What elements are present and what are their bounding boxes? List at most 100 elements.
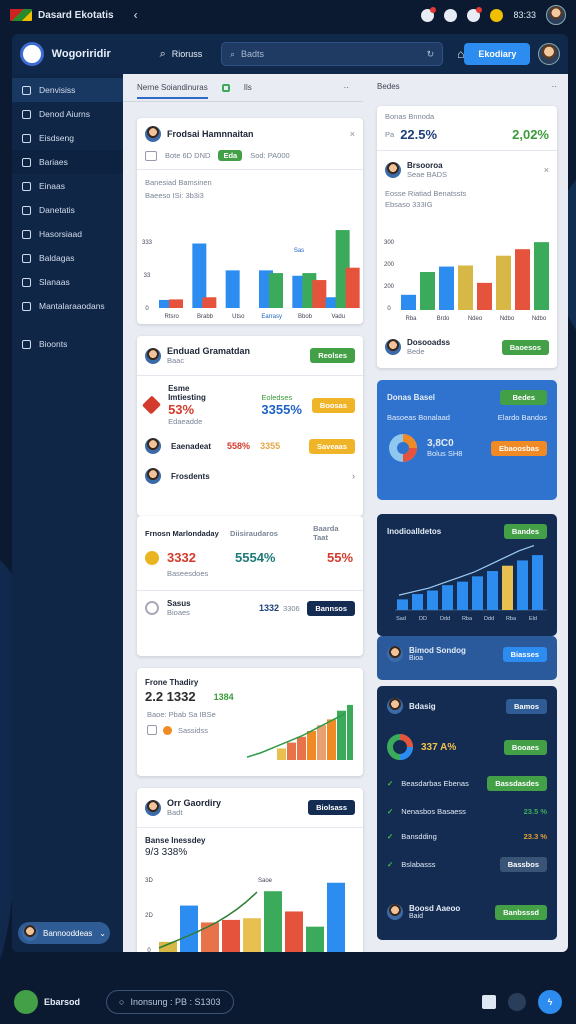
status-list-card: Bdasig Bamos 337 A% Booaes ✓ Beasdarbas E… xyxy=(377,686,557,940)
x-tick-label: Rba xyxy=(462,616,473,622)
search-bar[interactable]: ⌕ Badts ↻ xyxy=(220,42,444,66)
r1-chip[interactable]: Boosas xyxy=(311,397,355,413)
menu-icon[interactable]: ⌕ xyxy=(160,48,166,61)
y-tick-label: 0 xyxy=(145,306,149,312)
rc2-row1: Basoeas Bonalaad xyxy=(387,413,450,422)
close-icon[interactable]: × xyxy=(350,129,355,139)
rc5-button[interactable]: Bamos xyxy=(505,698,547,714)
r2-chip[interactable]: Saveaas xyxy=(308,438,355,454)
home-icon xyxy=(22,339,31,349)
home-icon[interactable]: ⌂ xyxy=(457,47,464,61)
sidebar-profile[interactable]: Bannooddeas ⌄ xyxy=(18,922,110,944)
clock-text: 83:33 xyxy=(513,10,536,20)
bar xyxy=(297,736,306,760)
status-row[interactable]: ✓ Beasdarbas Ebenas Bassdasdes xyxy=(377,768,557,799)
bar xyxy=(306,926,324,952)
top-bar: Dasard Ekotatis ‹ 83:33 xyxy=(0,0,576,30)
user-strip: Bimod Sondog Bioa Biasses xyxy=(377,636,557,680)
tab-overview[interactable]: Nerne Soiandinuras xyxy=(137,83,208,99)
lightning-button[interactable]: ϟ xyxy=(538,990,562,1014)
rc1-close-icon[interactable]: × xyxy=(544,165,549,175)
sidebar-item-7[interactable]: Baldagas xyxy=(12,246,123,270)
sidebar-item-3[interactable]: Bariaes xyxy=(12,150,123,174)
card4-bar-chart xyxy=(246,704,353,760)
notification-icon[interactable] xyxy=(421,6,437,22)
chevron-right-icon[interactable]: › xyxy=(352,471,355,481)
footer-search[interactable]: ○ Inonsung : PB : S1303 xyxy=(106,990,234,1014)
x-tick-label: Ndeo xyxy=(468,316,483,322)
header-avatar[interactable] xyxy=(538,43,561,65)
c3-h3: Baarda Taat xyxy=(313,524,339,542)
status-row[interactable]: ✓ Bslabasss Bassbos xyxy=(377,849,557,880)
help-icon[interactable] xyxy=(444,8,458,22)
bar xyxy=(532,555,543,610)
sidebar-item-2[interactable]: Eisdseng xyxy=(12,126,123,150)
more-dots-icon[interactable]: ·· xyxy=(344,83,349,92)
settings-icon[interactable] xyxy=(508,993,526,1011)
blue-summary-card: Donas Basel Bedes Basoeas Bonalaad Elard… xyxy=(377,380,557,500)
sidebar-item-10[interactable]: Bioonts xyxy=(12,332,123,356)
user-avatar[interactable] xyxy=(546,5,566,25)
r2-value2: 3355 xyxy=(260,441,281,451)
c3-row-label: Sasus xyxy=(167,599,191,608)
status-row[interactable]: ✓ Nenasbos Basaess 23.5 % xyxy=(377,799,557,824)
rc5-foot-avatar xyxy=(387,904,403,920)
rc2-button[interactable]: Bedes xyxy=(500,390,547,405)
footer-app-icon[interactable] xyxy=(14,990,38,1014)
coin-icon[interactable] xyxy=(490,8,504,22)
message-icon[interactable] xyxy=(467,6,483,22)
rc5-foot-button[interactable]: Banbsssd xyxy=(495,904,547,920)
app-logo xyxy=(20,42,44,66)
sidebar-item-0[interactable]: Denvisiss xyxy=(12,78,123,102)
r1-label: Esme Imtiesting xyxy=(168,384,206,402)
rc4-button[interactable]: Biasses xyxy=(502,646,547,662)
analytics-card: Frodsai Hamnnaitan × Bote 6D DND Eda Sod… xyxy=(137,118,363,324)
inbox-icon xyxy=(22,229,31,239)
menu-label[interactable]: Rioruss xyxy=(172,49,215,59)
bar xyxy=(401,294,416,310)
refresh-icon[interactable]: ↻ xyxy=(427,49,435,60)
flag-icon xyxy=(10,9,32,21)
c5-button[interactable]: Biolsass xyxy=(308,800,355,815)
sidebar-item-5[interactable]: Danetatis xyxy=(12,198,123,222)
footer-search-icon: ○ xyxy=(119,997,125,1007)
dark-chart-card: Inodioalldetos Bandes Sad DD Ddd Rba Ddd Rba E… xyxy=(377,514,557,636)
tab-ils[interactable]: Ils xyxy=(244,83,252,92)
sidebar-item-6[interactable]: Hasorsiaad xyxy=(12,222,123,246)
sidebar-item-8[interactable]: Slanaas xyxy=(12,270,123,294)
c3-button[interactable]: Bannsos xyxy=(307,600,355,616)
rc2-val2: Bolus SH8 xyxy=(427,449,463,458)
bar xyxy=(502,565,513,610)
primary-action-button[interactable]: Ekodiary xyxy=(464,43,531,65)
x-tick-label: Rba xyxy=(506,616,517,622)
bar xyxy=(337,710,346,760)
sidebar-item-1[interactable]: Denod Aiurns xyxy=(12,102,123,126)
rc3-button[interactable]: Bandes xyxy=(503,524,547,539)
card1-avatar xyxy=(145,126,161,142)
search-input[interactable]: Badts xyxy=(241,49,421,59)
c4-title: Frone Thadiry xyxy=(145,678,199,687)
rc5-foot: Boosd Aaeoo xyxy=(409,904,461,913)
rc1-button[interactable]: Baoesos xyxy=(501,339,549,355)
bar xyxy=(496,255,511,310)
y-tick-label: 2D xyxy=(145,913,153,919)
status-row[interactable]: ✓ Bansdding 23.3 % xyxy=(377,824,557,849)
r2-value: 558% xyxy=(227,441,251,451)
status-value: 23.5 % xyxy=(523,807,547,816)
rc5-donut-chart xyxy=(387,734,413,760)
rc1-title: Bonas Bnnoda xyxy=(385,112,435,121)
c3-h2: Diisiraudaros xyxy=(230,528,278,538)
right-more-icon[interactable]: ·· xyxy=(552,82,557,91)
sidebar-item-label: Mantalaraaodans xyxy=(39,301,105,311)
bag-icon[interactable] xyxy=(482,995,496,1009)
tab-toggle-icon[interactable] xyxy=(221,83,230,92)
rc5-pie-btn[interactable]: Booaes xyxy=(503,739,547,755)
card2-button[interactable]: Reolses xyxy=(310,348,355,363)
y-tick-label: 3D xyxy=(145,878,153,884)
r1-value2: 3355% xyxy=(261,402,302,417)
sidebar-item-4[interactable]: Einaas xyxy=(12,174,123,198)
sidebar-item-9[interactable]: Mantalaraaodans xyxy=(12,294,123,318)
c3-v3: 55% xyxy=(327,550,354,565)
rc2-chip[interactable]: Ebaoosbas xyxy=(490,440,547,456)
back-chevron-icon[interactable]: ‹ xyxy=(134,8,138,22)
